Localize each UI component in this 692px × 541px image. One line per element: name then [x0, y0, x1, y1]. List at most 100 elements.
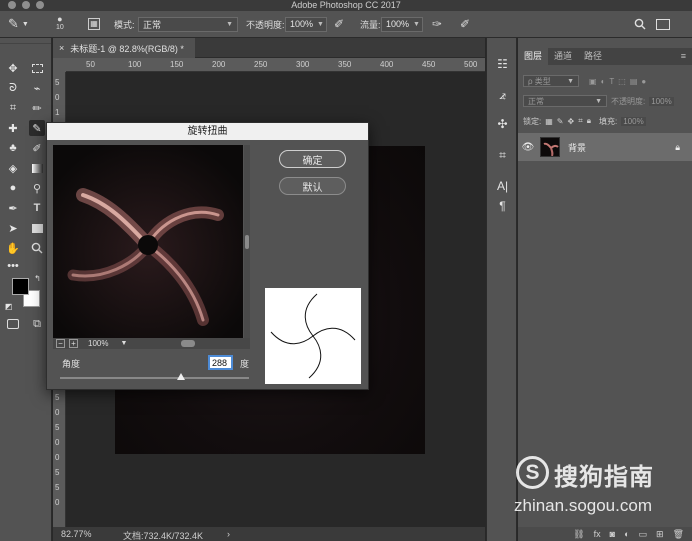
horizontal-ruler[interactable]: 50100150200250300350400450500550	[66, 58, 485, 72]
crop-tool[interactable]: ⌗	[5, 100, 21, 116]
layer-opacity-value[interactable]: 100%	[649, 96, 674, 106]
ruler-h-tick-label: 50	[86, 60, 95, 69]
move-tool[interactable]: ✥	[5, 60, 21, 76]
lock-transparent-icon[interactable]: ▦	[545, 117, 553, 126]
lock-paint-icon[interactable]: ✎	[557, 117, 564, 126]
panel-menu-icon[interactable]: ≡	[675, 48, 692, 65]
lock-move-icon[interactable]: ✥	[568, 117, 575, 126]
zoom-in-button[interactable]: +	[69, 339, 78, 348]
default-colors-button[interactable]: ◩	[4, 302, 13, 311]
quick-mask-button[interactable]	[5, 316, 21, 332]
opacity-input[interactable]: 100% ▼	[285, 16, 327, 32]
chevron-down-icon: ▼	[595, 97, 602, 105]
pressure-size-button[interactable]: ✐	[460, 15, 470, 33]
edit-toolbar-button[interactable]: •••	[5, 258, 21, 274]
new-layer-icon[interactable]: ⊞	[656, 529, 664, 540]
layer-row-background[interactable]: 👁︎ 背景 🔒︎	[518, 133, 692, 161]
blend-mode-select[interactable]: 正常 ▼	[523, 95, 607, 107]
zoom-out-button[interactable]: −	[56, 339, 65, 348]
layer-filter-select[interactable]: ρ 类型 ▼	[523, 75, 579, 87]
crop-panel-button[interactable]: ⌗	[495, 148, 510, 163]
filter-adjustment-icon[interactable]: ◐	[601, 77, 606, 86]
type-tool[interactable]: T	[29, 200, 45, 216]
rectangle-tool[interactable]	[29, 220, 45, 236]
tab-channels[interactable]: 通道	[548, 48, 578, 65]
properties-panel-button[interactable]: ✣	[495, 116, 510, 131]
lock-artboard-icon[interactable]: ⌗	[578, 116, 583, 126]
gradient-tool[interactable]	[29, 160, 45, 176]
ruler-v-tick-label: 5	[55, 78, 60, 87]
brush-preset-picker[interactable]: ✎ ▼	[8, 15, 29, 33]
workspace-button[interactable]	[656, 15, 670, 33]
angle-slider-thumb[interactable]	[176, 373, 185, 380]
swap-colors-button[interactable]: ↰	[33, 274, 42, 283]
ruler-origin[interactable]	[53, 58, 66, 72]
puzzle-icon: ✣	[497, 116, 508, 131]
ruler-v-tick-label: 5	[55, 423, 60, 432]
angle-slider-track[interactable]	[60, 377, 249, 379]
eyedropper-tool[interactable]: ✏	[29, 100, 45, 116]
history-panel-button[interactable]: ☷	[495, 56, 510, 71]
lasso-tool[interactable]: ᘐ	[5, 80, 21, 96]
document-tab[interactable]: × 未标题-1 @ 82.8%(RGB/8) *	[53, 38, 195, 58]
blur-tool[interactable]: ●	[5, 180, 21, 196]
paragraph-panel-button[interactable]: ¶	[495, 198, 510, 213]
link-layers-icon[interactable]: ⛓	[573, 529, 584, 540]
filter-smart-icon[interactable]: ▤	[630, 77, 638, 86]
quick-select-tool[interactable]: ⌁	[29, 80, 45, 96]
fill-value[interactable]: 100%	[621, 116, 646, 126]
twirl-preview-image	[53, 145, 243, 338]
dodge-tool[interactable]: ⚲	[29, 180, 45, 196]
close-icon[interactable]: ×	[59, 43, 64, 53]
tab-layers[interactable]: 图层	[518, 48, 549, 65]
eye-icon[interactable]: 👁︎	[518, 142, 538, 153]
brush-icon: ✎	[8, 16, 19, 31]
hand-tool[interactable]: ✋	[5, 240, 21, 256]
angle-input[interactable]	[208, 355, 233, 370]
marquee-tool[interactable]	[29, 60, 45, 76]
ok-button[interactable]: 确定	[279, 150, 346, 168]
zoom-level[interactable]: 82.77%	[61, 529, 92, 539]
healing-brush-tool[interactable]: ✚	[5, 120, 21, 136]
brush-size-picker[interactable]: ● 10	[56, 15, 64, 33]
zoom-tool[interactable]	[29, 240, 45, 256]
filter-shape-icon[interactable]: ⬚	[618, 77, 626, 86]
default-colors-icon: ◩	[4, 302, 13, 311]
airbrush-button[interactable]: ✑	[432, 15, 442, 33]
search-button[interactable]	[634, 15, 646, 33]
trash-icon[interactable]: 🗑︎	[673, 529, 684, 540]
tools-panel-grip[interactable]	[0, 38, 51, 44]
add-mask-icon[interactable]: ◙	[610, 529, 615, 539]
tab-paths[interactable]: 路径	[578, 48, 608, 65]
filter-toggle-icon[interactable]: ●	[641, 77, 646, 86]
preview-horizontal-scroll-thumb[interactable]	[181, 340, 195, 347]
chevron-down-icon[interactable]: ▼	[120, 340, 127, 347]
filter-type-icon[interactable]: T	[609, 77, 614, 86]
eraser-tool[interactable]: ◈	[5, 160, 21, 176]
pressure-opacity-button[interactable]: ✐	[334, 15, 344, 33]
brush-panel-toggle[interactable]: ▦	[88, 15, 100, 33]
screen-mode-button[interactable]: ⧉	[29, 316, 45, 332]
default-button[interactable]: 默认	[279, 177, 346, 195]
mode-select[interactable]: 正常 ▼	[138, 16, 238, 32]
preview-vertical-scrollbar[interactable]	[244, 145, 250, 338]
path-selection-tool[interactable]: ➤	[5, 220, 21, 236]
chevron-right-icon[interactable]: ›	[227, 529, 230, 539]
adjustments-panel-button[interactable]: ⦨	[495, 88, 510, 103]
character-panel-button[interactable]: A|	[495, 178, 510, 193]
ruler-v-tick-label: 0	[55, 438, 60, 447]
status-bar: 82.77% 文档:732.4K/732.4K ›	[53, 527, 485, 541]
history-brush-tool[interactable]: ✐	[29, 140, 45, 156]
filter-pixel-icon[interactable]: ▣	[589, 77, 597, 86]
flow-input[interactable]: 100% ▼	[381, 16, 423, 32]
brush-tool[interactable]: ✎	[29, 120, 45, 136]
foreground-color-swatch[interactable]	[12, 278, 29, 295]
pen-tool[interactable]: ✒	[5, 200, 21, 216]
filter-preview[interactable]	[53, 145, 243, 338]
clone-stamp-tool[interactable]: ♣	[5, 140, 21, 156]
layer-style-icon[interactable]: fx	[594, 529, 601, 539]
lock-all-icon[interactable]: 🔒︎	[587, 116, 591, 126]
scroll-thumb[interactable]	[245, 235, 249, 249]
new-group-icon[interactable]: ▭	[639, 529, 648, 540]
adjustment-layer-icon[interactable]: ◐	[624, 529, 629, 539]
